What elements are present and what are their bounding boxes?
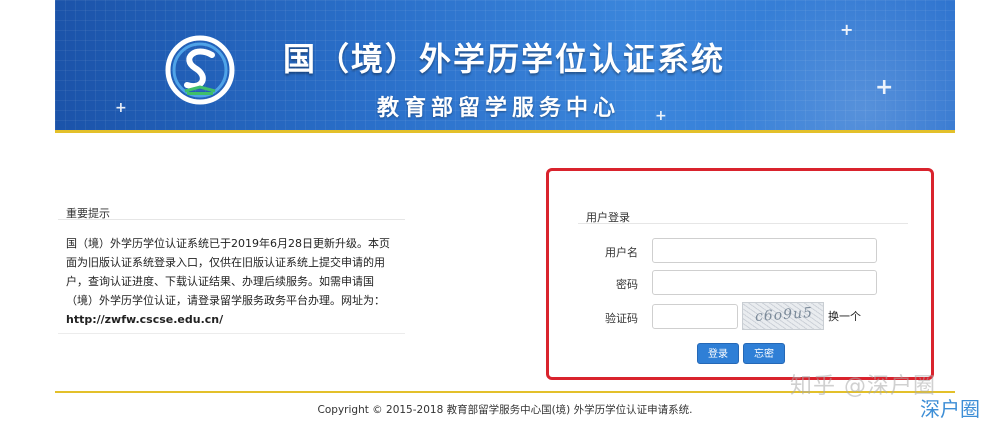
- decor-plus-icon: +: [115, 100, 127, 116]
- banner-underline: [55, 130, 955, 133]
- watermark-logo: 深户圈: [920, 397, 980, 421]
- decor-plus-icon: +: [875, 75, 894, 100]
- watermark-text: 知乎 @深户圈: [790, 374, 936, 399]
- system-title: 国（境）外学历学位认证系统: [283, 40, 726, 78]
- organization-subtitle: 教育部留学服务中心: [377, 96, 621, 121]
- forgot-password-button[interactable]: 忘密: [743, 343, 785, 364]
- notice-url: http://zwfw.cscse.edu.cn/: [66, 313, 224, 326]
- notice-text: 国（境）外学历学位认证系统已于2019年6月28日更新升级。本页面为旧版认证系统…: [66, 234, 396, 329]
- refresh-captcha-link[interactable]: 换一个: [828, 308, 861, 324]
- password-input[interactable]: [652, 270, 877, 295]
- header-banner: 国（境）外学历学位认证系统 教育部留学服务中心 + + + +: [55, 0, 955, 130]
- password-label: 密码: [616, 278, 638, 291]
- decor-plus-icon: +: [840, 20, 854, 39]
- captcha-label: 验证码: [605, 312, 638, 325]
- login-button[interactable]: 登录: [697, 343, 739, 364]
- decor-plus-icon: +: [655, 108, 667, 124]
- footer-copyright: Copyright © 2015-2018 教育部留学服务中心国(境) 外学历学…: [317, 404, 693, 416]
- banner-glow: [715, 0, 955, 130]
- captcha-input[interactable]: [652, 304, 738, 329]
- notice-divider: [58, 333, 405, 334]
- notice-divider: [58, 219, 405, 220]
- username-input[interactable]: [652, 238, 877, 263]
- username-label: 用户名: [605, 246, 638, 259]
- captcha-image[interactable]: c6o9u5: [742, 302, 824, 330]
- cscse-logo-icon: [165, 35, 235, 105]
- login-divider: [578, 223, 908, 224]
- notice-body: 国（境）外学历学位认证系统已于2019年6月28日更新升级。本页面为旧版认证系统…: [66, 237, 390, 307]
